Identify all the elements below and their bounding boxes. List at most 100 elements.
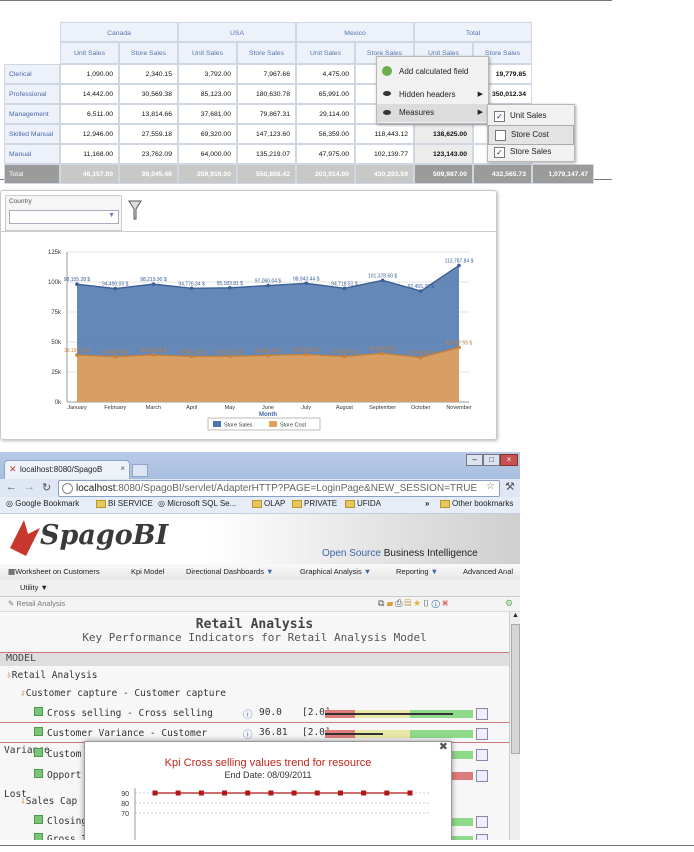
trend-chart-icon[interactable] (476, 770, 488, 782)
kpi-label-wrap: Cross selling - Cross selling (34, 707, 213, 719)
forward-icon[interactable]: → (24, 481, 35, 493)
country-select[interactable]: ▼ (9, 210, 119, 224)
close-window-icon[interactable]: × (500, 454, 518, 466)
table-cell: 180,630.78 (237, 84, 296, 104)
back-icon[interactable]: ← (6, 481, 17, 493)
row-header[interactable]: Clerical (4, 64, 60, 84)
close-popup-icon[interactable]: ✖ (439, 740, 448, 753)
wrench-icon[interactable]: ⚒ (505, 480, 515, 493)
country-header[interactable]: Mexico (296, 22, 414, 42)
trend-point[interactable] (222, 790, 228, 796)
filter-icon[interactable] (128, 199, 142, 221)
more-bookmarks-icon[interactable]: » (425, 499, 429, 508)
menu-measures-label: Measures (399, 108, 435, 117)
menu-kpi-model[interactable]: Kpi Model (131, 567, 164, 576)
trend-point[interactable] (175, 790, 181, 796)
trend-point[interactable] (268, 790, 274, 796)
menu-worksheet[interactable]: ▦Worksheet on Customers (8, 567, 100, 576)
trend-point[interactable] (314, 790, 320, 796)
row-header[interactable]: Skilled Manual (4, 124, 60, 144)
measure-header[interactable]: Unit Sales (178, 42, 237, 64)
folder-open-icon[interactable]: ▰ (386, 598, 395, 608)
kpi-row[interactable]: ⇩Retail Analysis (0, 667, 509, 685)
trend-point[interactable] (245, 790, 251, 796)
checkbox-store-cost[interactable] (495, 130, 506, 141)
x-tick-label: August (336, 405, 354, 411)
info-icon[interactable]: ⓘ (243, 707, 253, 721)
info-icon[interactable]: ⓘ (432, 598, 442, 608)
row-header[interactable]: Manual (4, 144, 60, 164)
menu-utility[interactable]: Utility ▼ (20, 583, 48, 592)
trend-point[interactable] (384, 790, 390, 796)
menu-add-calculated-field[interactable]: Add calculated field (377, 63, 488, 81)
menu-reporting[interactable]: Reporting ▼ (396, 567, 438, 576)
legend-label[interactable]: Store Sales (224, 423, 253, 429)
checkbox-unit-sales[interactable]: ✓ (494, 111, 505, 122)
scroll-up-icon[interactable]: ▲ (511, 612, 520, 622)
country-header[interactable]: Total (414, 22, 532, 42)
other-bookmarks[interactable]: Other bookmarks (440, 499, 513, 508)
submenu-store-sales[interactable]: ✓ Store Sales (488, 143, 574, 161)
address-bar[interactable]: localhost:8080/SpagoBI/servlet/AdapterHT… (58, 480, 500, 497)
data-label: 97,060.04 $ (255, 279, 282, 285)
area-chart: 0k 25k 50k 75k 100k 125k 98,155.28 $ 94,490.00 … (48, 250, 474, 431)
measure-header[interactable]: Unit Sales (60, 42, 119, 64)
new-tab-button[interactable] (132, 464, 148, 477)
trend-chart-icon[interactable] (476, 816, 488, 828)
trend-chart-icon[interactable] (476, 834, 488, 840)
browser-tab[interactable]: ✕ localhost:8080/SpagoB × (4, 460, 130, 480)
menu-directional-dashboards[interactable]: Directional Dashboards ▼ (186, 567, 274, 576)
country-header[interactable]: Canada (60, 22, 178, 42)
trend-point[interactable] (198, 790, 204, 796)
trend-point[interactable] (152, 790, 158, 796)
trend-point[interactable] (337, 790, 343, 796)
table-cell: 6,511.00 (60, 104, 119, 124)
checkbox-store-sales[interactable]: ✓ (494, 147, 505, 158)
row-header[interactable]: Management (4, 104, 60, 124)
close-tab-icon[interactable]: × (120, 464, 125, 473)
refresh-icon[interactable]: ⚙ (505, 598, 513, 609)
trend-chart-icon[interactable] (476, 708, 488, 720)
favorite-icon[interactable]: ★ (413, 598, 422, 608)
pdf-icon[interactable]: ⌘ (442, 598, 450, 608)
measure-header[interactable]: Store Sales (237, 42, 296, 64)
minimize-icon[interactable]: – (466, 454, 483, 466)
menu-advanced-analysis[interactable]: Advanced Anal (463, 567, 513, 576)
scrollbar[interactable]: ▲ (509, 612, 520, 840)
trend-point[interactable] (361, 790, 367, 796)
row-header[interactable]: Professional (4, 84, 60, 104)
country-header[interactable]: USA (178, 22, 296, 42)
submenu-store-cost[interactable]: Store Cost (488, 125, 574, 145)
spagobi-logo[interactable]: SpagoBI (40, 520, 168, 551)
trend-chart-icon[interactable] (476, 728, 488, 740)
bookmark-sql[interactable]: ◎ Microsoft SQL Se... (158, 499, 236, 508)
toolbar-icons: ⧉▰⎙▤★▯ⓘ⌘ (378, 598, 450, 609)
bookmark-olap[interactable]: OLAP (252, 499, 285, 508)
trend-point[interactable] (291, 790, 297, 796)
reload-icon[interactable]: ↻ (42, 481, 51, 494)
table-cell: 12,946.00 (60, 124, 119, 144)
bookmark-bi-service[interactable]: BI SERVICE (96, 499, 153, 508)
print-icon[interactable]: ⎙ (395, 598, 404, 608)
data-label: 39,338.36 $ (140, 348, 167, 354)
trend-chart-icon[interactable] (476, 749, 488, 761)
submenu-unit-sales[interactable]: ✓ Unit Sales (488, 107, 574, 125)
row-header[interactable]: Total (4, 164, 60, 184)
bookmark-google[interactable]: ◎ Google Bookmark (6, 499, 79, 508)
menu-hidden-headers[interactable]: Hidden headers ▶ (377, 86, 488, 104)
trend-point[interactable] (407, 790, 413, 796)
scrollbar-thumb[interactable] (511, 624, 520, 754)
notes-icon[interactable]: ▯ (423, 598, 432, 608)
legend-label[interactable]: Store Cost (280, 423, 306, 429)
info-icon[interactable]: ⓘ (243, 727, 253, 741)
kpi-row[interactable]: ⇩Customer capture - Customer capture (0, 685, 509, 703)
bookmark-ufida[interactable]: UFIDA (345, 499, 381, 508)
kpi-row[interactable]: Cross selling - Cross selling ⓘ 90.0 [2.0] (0, 704, 509, 723)
bookmark-private[interactable]: PRIVATE (292, 499, 337, 508)
star-icon[interactable]: ☆ (486, 481, 495, 492)
measure-header[interactable]: Unit Sales (296, 42, 355, 64)
maximize-icon[interactable]: □ (483, 454, 500, 466)
menu-measures[interactable]: Measures ▶ (377, 104, 488, 122)
menu-graphical-analysis[interactable]: Graphical Analysis ▼ (300, 567, 371, 576)
measure-header[interactable]: Store Sales (119, 42, 178, 64)
